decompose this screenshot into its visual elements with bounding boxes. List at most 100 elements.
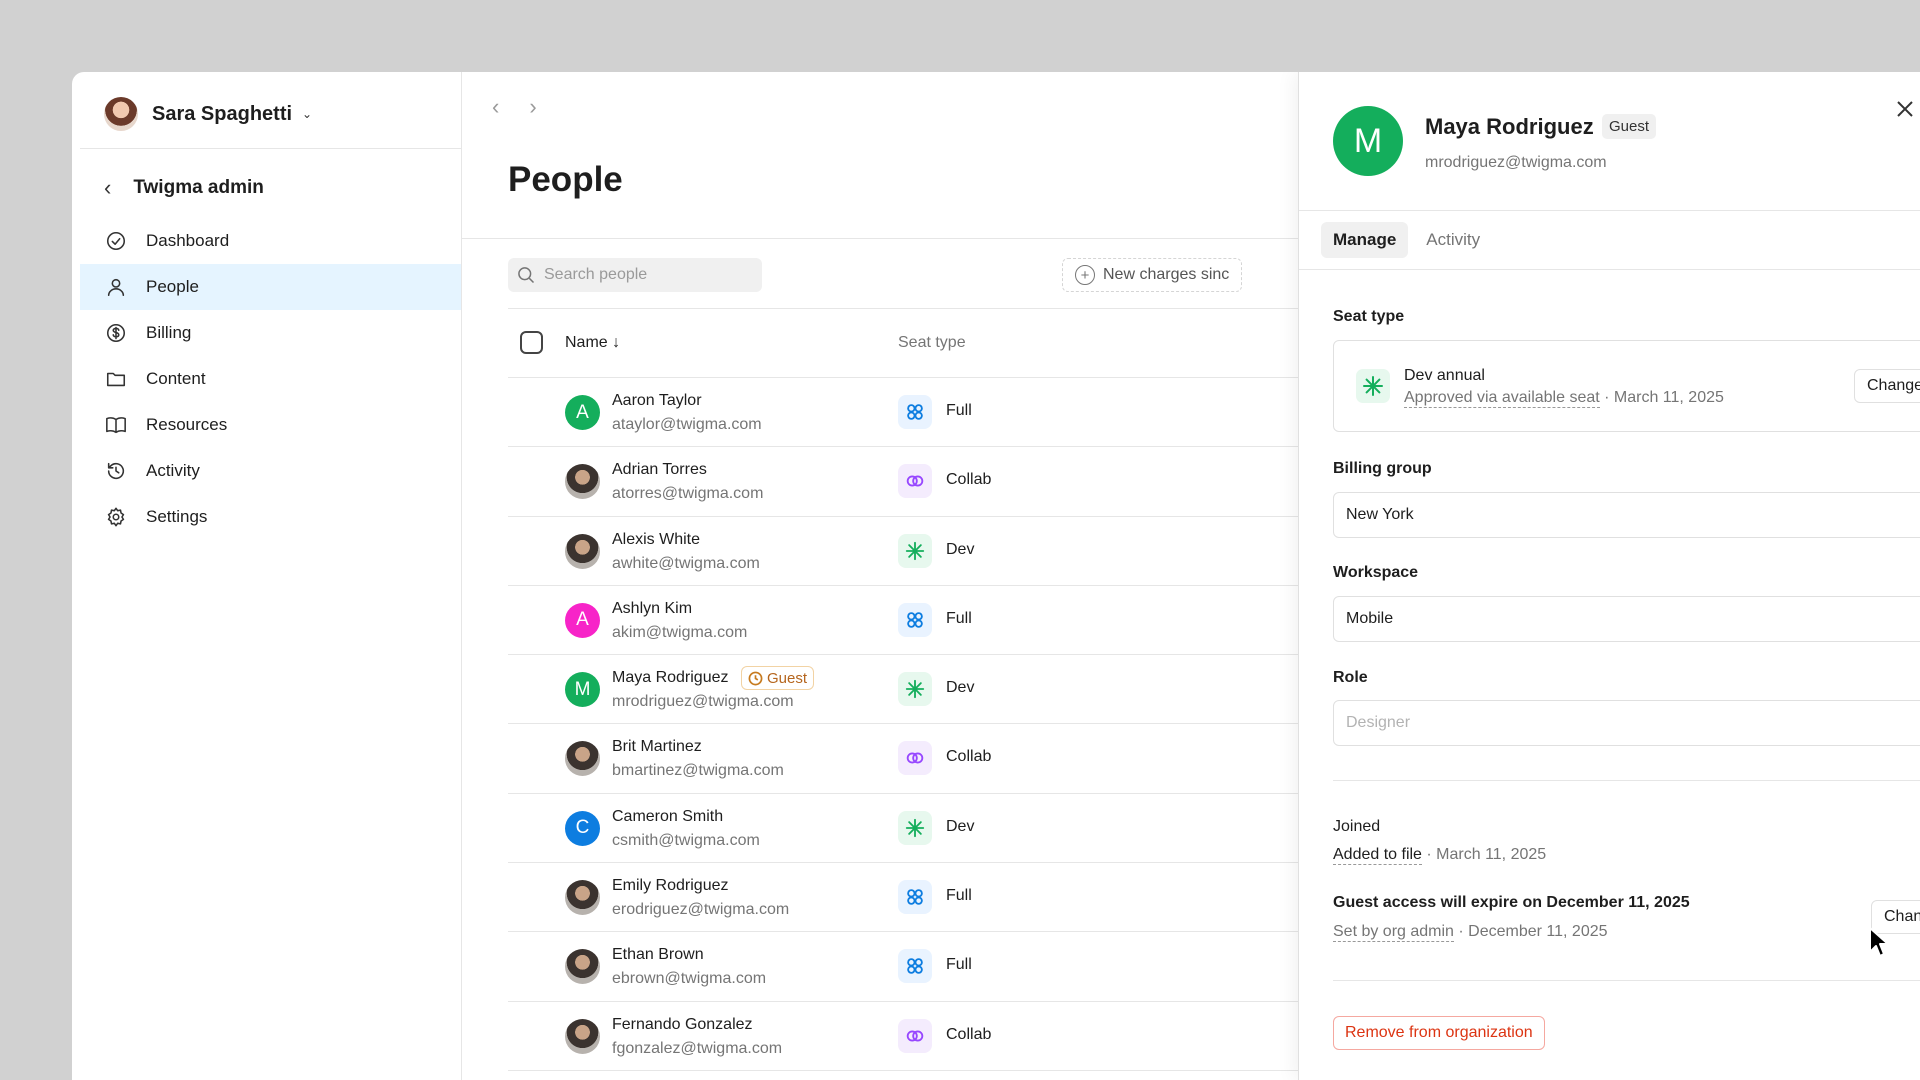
table-row[interactable]: A Aaron Taylor ataylor@twigma.com Full [508, 378, 1298, 448]
sidebar-item-label: Activity [146, 461, 200, 480]
new-charges-label: New charges sinc [1103, 266, 1230, 283]
seat-type-card: Dev annual Approved via available seat ·… [1333, 340, 1920, 432]
column-header-name[interactable]: Name ↓ [565, 334, 620, 352]
collab-seat-icon [898, 464, 932, 499]
seat-subtitle: Approved via available seat · March 11, … [1404, 389, 1724, 408]
workspace-select[interactable]: Mobile ⌄ [1333, 596, 1920, 642]
clock-icon [748, 671, 763, 686]
mouse-cursor-icon [1869, 927, 1889, 957]
seat-type-label: Collab [946, 748, 992, 766]
plus-circle-icon: + [1075, 265, 1095, 285]
divider [1333, 780, 1920, 781]
forward-arrow-icon[interactable]: › [529, 94, 536, 120]
admin-title: Twigma admin [133, 177, 264, 198]
back-arrow-icon[interactable]: ‹ [492, 94, 499, 120]
change-seat-button[interactable]: Change [1854, 369, 1920, 403]
table-row[interactable]: C Cameron Smith csmith@twigma.com Dev [508, 794, 1298, 864]
back-icon[interactable]: ‹ [104, 175, 111, 201]
sidebar-item-people[interactable]: People [80, 264, 461, 310]
divider [1299, 210, 1920, 211]
seat-approval-link[interactable]: Approved via available seat [1404, 389, 1600, 408]
folder-icon [104, 367, 128, 391]
avatar [565, 741, 600, 777]
billing-group-select[interactable]: New York ⌄ [1333, 492, 1920, 538]
workspace-label: Workspace [1333, 564, 1419, 581]
table-row[interactable]: M Maya Rodriguez mrodriguez@twigma.com Gues… [508, 655, 1298, 725]
person-email: akim@twigma.com [612, 623, 748, 641]
person-name: Maya Rodriguez [612, 669, 729, 687]
sidebar-item-content[interactable]: Content [80, 356, 461, 402]
full-seat-icon [898, 395, 932, 429]
divider [80, 148, 461, 149]
seat-type-label: Dev [946, 817, 975, 835]
table-row[interactable]: Alexis White awhite@twigma.com Dev [508, 517, 1298, 586]
avatar: A [565, 395, 600, 430]
sidebar-item-billing[interactable]: Billing [80, 310, 461, 356]
avatar [565, 880, 600, 916]
billing-icon [104, 321, 128, 345]
sidebar-item-activity[interactable]: Activity [80, 448, 461, 494]
guest-expiry-label: Guest access will expire on December 11,… [1333, 894, 1690, 911]
gear-icon [104, 505, 128, 529]
divider [1299, 269, 1920, 270]
person-name: Ashlyn Kim [612, 599, 693, 617]
history-nav: ‹ › [492, 94, 537, 120]
role-input[interactable] [1346, 714, 1920, 732]
sidebar-item-label: Content [146, 369, 206, 388]
table-header: Name ↓ Seat type [508, 308, 1298, 378]
seat-type-label: Seat type [1333, 308, 1405, 325]
seat-type-label: Full [946, 402, 972, 419]
new-charges-filter[interactable]: + New charges sinc [1062, 258, 1243, 292]
set-by-org-admin-link[interactable]: Set by org admin [1333, 923, 1454, 942]
seat-type-label: Full [946, 956, 972, 974]
table-row[interactable]: A Ashlyn Kim akim@twigma.com Full [508, 586, 1298, 656]
joined-via-link[interactable]: Added to file [1333, 846, 1422, 865]
sidebar-item-dashboard[interactable]: Dashboard [80, 218, 461, 264]
account-switcher[interactable]: Sara Spaghetti ⌄ [104, 94, 312, 134]
panel-tabs: Manage Activity [1321, 222, 1492, 258]
person-name: Cameron Smith [612, 807, 724, 825]
avatar [565, 1018, 600, 1054]
guest-badge-label: Guest [767, 669, 808, 687]
sidebar-nav: Dashboard People Billing Content Resourc… [80, 218, 461, 540]
chevron-down-icon: ⌄ [302, 107, 313, 121]
person-name: Fernando Gonzalez [612, 1015, 753, 1033]
history-icon [104, 459, 128, 483]
sidebar-item-label: Resources [146, 415, 228, 434]
column-header-seat-type[interactable]: Seat type [898, 334, 966, 352]
sidebar-item-settings[interactable]: Settings [80, 494, 461, 540]
seat-type-label: Collab [946, 1025, 992, 1043]
sidebar-item-resources[interactable]: Resources [80, 402, 461, 448]
tab-activity[interactable]: Activity [1414, 222, 1492, 258]
select-all-checkbox[interactable] [520, 331, 543, 354]
person-name: Alexis White [612, 530, 701, 548]
divider [462, 238, 1298, 239]
seat-title: Dev annual [1404, 367, 1485, 384]
table-row[interactable]: Brit Martinez bmartinez@twigma.com Collab [508, 724, 1298, 794]
dashboard-icon [104, 229, 128, 253]
member-name: Maya Rodriguez [1425, 114, 1594, 139]
divider [1333, 980, 1920, 981]
table-row[interactable]: Ethan Brown ebrown@twigma.com Full [508, 932, 1298, 1002]
admin-header: ‹ Twigma admin [104, 168, 264, 208]
user-name: Sara Spaghetti [152, 102, 293, 125]
sidebar-item-label: People [146, 277, 199, 296]
remove-from-organization-button[interactable]: Remove from organization [1333, 1016, 1545, 1050]
search-input[interactable] [544, 266, 744, 284]
main-content: ‹ › People + New charges sinc Name ↓ Sea… [462, 72, 1298, 1080]
table-row[interactable]: Adrian Torres atorres@twigma.com Collab [508, 447, 1298, 517]
search-box[interactable] [508, 258, 762, 292]
sidebar-item-label: Settings [146, 507, 208, 526]
table-row[interactable]: Emily Rodriguez erodriguez@twigma.com Full [508, 863, 1298, 933]
tab-manage[interactable]: Manage [1321, 222, 1409, 258]
person-email: atorres@twigma.com [612, 485, 764, 503]
close-icon[interactable] [1895, 98, 1915, 126]
seat-type-label: Dev [946, 679, 975, 697]
role-field[interactable] [1333, 700, 1920, 746]
person-email: ebrown@twigma.com [612, 970, 767, 988]
table-row[interactable]: Fernando Gonzalez fgonzalez@twigma.com Col… [508, 1002, 1298, 1071]
person-name: Adrian Torres [612, 461, 707, 479]
person-email: ataylor@twigma.com [612, 416, 762, 433]
joined-details: Added to file · March 11, 2025 [1333, 846, 1547, 865]
avatar: M [1333, 106, 1403, 176]
